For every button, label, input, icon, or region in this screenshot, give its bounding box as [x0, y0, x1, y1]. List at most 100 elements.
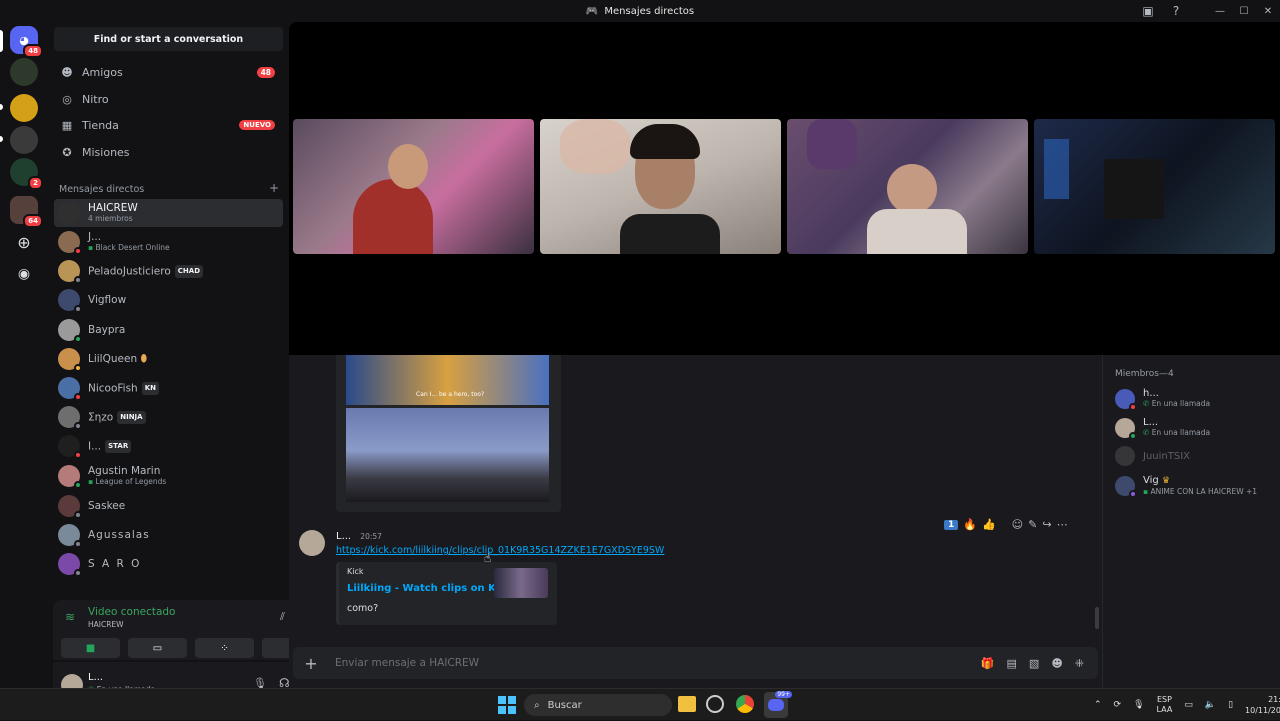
chrome-icon[interactable] — [736, 695, 754, 713]
fire-emoji-icon[interactable]: 🔥 — [963, 518, 977, 531]
taskbar-search[interactable]: ⌕ Buscar — [524, 694, 672, 716]
link-embed: Kick Liilkiing - Watch clips on Kick com… — [336, 562, 557, 625]
nav-nitro[interactable]: ◎ Nitro — [54, 86, 283, 112]
add-server-icon[interactable]: ⊕ — [10, 228, 38, 256]
dm-item[interactable]: LiilQueen ⬮ — [54, 345, 283, 373]
activities-button[interactable]: ⁘ — [195, 638, 254, 658]
clip-image-top[interactable]: Can I... be a hero, too? — [346, 355, 549, 405]
message-avatar[interactable] — [299, 530, 325, 556]
avatar — [58, 260, 82, 284]
volume-icon[interactable]: 🔈 — [1205, 700, 1216, 710]
create-dm-icon[interactable]: + — [269, 182, 279, 195]
dm-item[interactable]: I... STAR — [54, 432, 283, 460]
guild-tag: CHAD — [174, 264, 204, 278]
dm-item[interactable]: Agussalas — [54, 521, 283, 549]
dm-item-haicrew[interactable]: HAICREW 4 miembros — [54, 199, 283, 227]
video-call-area — [289, 22, 1280, 355]
thumbs-up-icon[interactable]: 👍 — [982, 518, 996, 531]
member-item[interactable]: Vig ♛ ▪ ANIME CON LA HAICREW +1 — [1115, 475, 1257, 498]
add-attachment-icon[interactable]: + — [293, 654, 329, 673]
nav-quests[interactable]: ✪ Misiones — [54, 139, 283, 165]
members-header: Miembros—4 — [1115, 369, 1174, 379]
close-button[interactable]: ✕ — [1256, 0, 1280, 22]
dm-item[interactable]: Agustin Marin ▪ League of Legends — [54, 462, 283, 490]
dm-item[interactable]: Saskee — [54, 492, 283, 520]
clock[interactable]: 21:00 10/11/2025 — [1245, 694, 1280, 716]
dm-item[interactable]: PeladoJusticiero CHAD — [54, 257, 283, 285]
language-indicator[interactable]: ESP LAA — [1157, 695, 1173, 715]
guild-tag: STAR — [105, 439, 132, 453]
taskbar: ⌕ Buscar 99+ ⌃ ⟳ 🎙 ESP LAA ▭ 🔈 ▯ 21:00 1… — [0, 688, 1280, 720]
nav-friends[interactable]: ☻ Amigos 48 — [54, 59, 283, 85]
noise-suppression-icon[interactable]: ⫽ — [280, 610, 285, 624]
message-timestamp: 20:57 — [360, 532, 382, 541]
dm-item[interactable]: NicooFish KN — [54, 374, 283, 402]
reaction-count-badge[interactable]: 1 — [944, 519, 959, 530]
add-reaction-icon[interactable]: ☺ — [1012, 518, 1023, 531]
emoji-icon[interactable]: ☻ — [1051, 657, 1062, 670]
file-explorer-icon[interactable] — [678, 696, 696, 712]
forward-icon[interactable]: ↪ — [1042, 518, 1051, 531]
more-options-icon[interactable]: ⋯ — [1057, 518, 1068, 531]
avatar — [58, 202, 80, 224]
avatar — [58, 553, 82, 577]
dm-item[interactable]: S A R O — [54, 550, 283, 578]
find-conversation-button[interactable]: Find or start a conversation — [54, 27, 283, 51]
video-tile[interactable] — [787, 119, 1028, 254]
window-title: 🎮 Mensajes directos — [585, 5, 695, 17]
video-tile[interactable] — [540, 119, 781, 254]
sticker-icon[interactable]: ▧ — [1029, 657, 1039, 670]
battery-icon[interactable]: ▯ — [1228, 700, 1233, 710]
server-icon-4[interactable]: 2 — [10, 158, 43, 190]
message-composer[interactable]: + Enviar mensaje a HAICREW 🎁 ▤ ▧ ☻ ⁜ — [293, 647, 1098, 679]
discover-icon[interactable]: ◉ — [10, 260, 38, 288]
gift-icon[interactable]: 🎁 — [981, 657, 995, 670]
user-name: L... — [88, 672, 104, 683]
member-item[interactable]: h... ✆ En una llamada — [1115, 388, 1210, 411]
message-author[interactable]: L... — [336, 531, 351, 542]
gif-icon[interactable]: ▤ — [1007, 657, 1017, 670]
server-icon-2[interactable] — [10, 94, 38, 122]
unread-pill — [0, 104, 3, 110]
voice-status[interactable]: Video conectado — [88, 606, 175, 618]
dm-item[interactable]: Vigflow — [54, 286, 283, 314]
apps-icon[interactable]: ⁜ — [1075, 657, 1084, 670]
avatar — [58, 524, 82, 548]
edit-icon[interactable]: ✎ — [1028, 518, 1037, 531]
search-icon: ⌕ — [534, 699, 540, 711]
microphone-tray-icon[interactable]: 🎙 — [1133, 700, 1144, 710]
dm-item[interactable]: Baypra — [54, 316, 283, 344]
call-icon: ✆ — [1143, 428, 1150, 437]
server-folder[interactable]: 64 — [10, 196, 43, 228]
home-button[interactable]: ◕ 48 — [10, 26, 43, 58]
network-icon[interactable]: ▭ — [1184, 700, 1193, 710]
dm-item[interactable]: J... ▪ Black Desert Online — [54, 228, 283, 256]
member-item[interactable]: L... ✆ En una llamada — [1115, 417, 1210, 440]
dm-item[interactable]: Σηzο NINJA — [54, 403, 283, 431]
inbox-icon[interactable]: ▣ — [1134, 0, 1162, 22]
help-icon[interactable]: ? — [1162, 0, 1190, 22]
chat-scrollbar[interactable] — [1095, 607, 1099, 629]
server-icon-1[interactable] — [10, 58, 38, 86]
discord-taskbar-icon[interactable]: 99+ — [764, 691, 792, 718]
sync-icon[interactable]: ⟳ — [1114, 700, 1122, 710]
quests-icon: ✪ — [62, 145, 72, 159]
app-icon[interactable] — [706, 695, 724, 713]
nav-shop[interactable]: ▦ Tienda NUEVO — [54, 112, 283, 138]
video-tile[interactable] — [1034, 119, 1275, 254]
egg-icon: ⬮ — [140, 352, 148, 365]
maximize-button[interactable]: ☐ — [1232, 0, 1256, 22]
video-tile[interactable] — [293, 119, 534, 254]
embed-title[interactable]: Liilkiing - Watch clips on Kick — [347, 583, 512, 594]
minimize-button[interactable]: — — [1208, 0, 1232, 22]
member-item[interactable]: JuuinTSIX — [1115, 446, 1190, 466]
selected-indicator — [0, 30, 3, 52]
embed-thumbnail[interactable] — [494, 568, 548, 598]
message-link[interactable]: https://kick.com/liilkiing/clips/clip_01… — [336, 545, 664, 556]
camera-button[interactable]: ■ — [61, 638, 120, 658]
server-icon-3[interactable] — [10, 126, 38, 154]
chevron-up-icon[interactable]: ⌃ — [1094, 700, 1102, 710]
clip-image-bottom[interactable] — [346, 408, 549, 502]
start-button[interactable] — [498, 696, 516, 714]
screen-share-button[interactable]: ▭ — [128, 638, 187, 658]
